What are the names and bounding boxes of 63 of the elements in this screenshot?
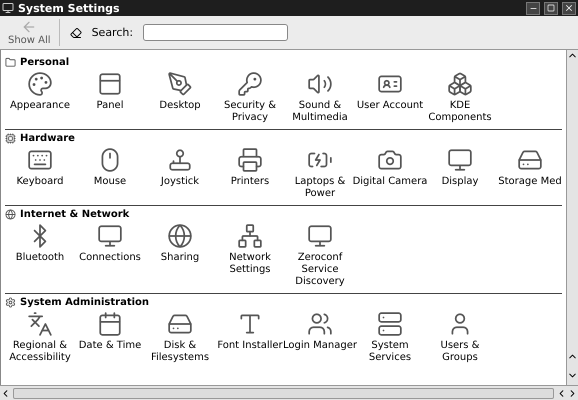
users-icon bbox=[307, 311, 333, 337]
section-title: System Administration bbox=[20, 297, 150, 308]
settings-module[interactable]: User Account bbox=[355, 71, 425, 124]
settings-module[interactable]: Connections bbox=[75, 223, 145, 288]
section-title: Hardware bbox=[20, 133, 75, 144]
server-icon bbox=[377, 311, 403, 337]
search-field[interactable] bbox=[143, 24, 288, 41]
gear-icon bbox=[5, 297, 16, 308]
settings-module[interactable]: Printers bbox=[215, 147, 285, 200]
vertical-scrollbar[interactable] bbox=[566, 50, 578, 385]
cubes-icon bbox=[447, 71, 473, 97]
settings-module[interactable]: Display bbox=[425, 147, 495, 200]
maximize-icon bbox=[547, 4, 555, 12]
settings-module[interactable]: Keyboard bbox=[5, 147, 75, 200]
monitor-icon bbox=[97, 223, 123, 249]
settings-module[interactable]: Bluetooth bbox=[5, 223, 75, 288]
settings-module[interactable]: Date & Time bbox=[75, 311, 145, 364]
key-icon bbox=[237, 71, 263, 97]
settings-module[interactable]: Network Settings bbox=[215, 223, 285, 288]
printer-icon bbox=[237, 147, 263, 173]
network-icon bbox=[237, 223, 263, 249]
settings-module[interactable]: Login Manager bbox=[285, 311, 355, 364]
panel-icon bbox=[97, 71, 123, 97]
clear-search-icon[interactable] bbox=[70, 26, 82, 38]
folder-icon bbox=[5, 57, 16, 68]
window-title: System Settings bbox=[18, 2, 121, 14]
settings-module[interactable]: Joystick bbox=[145, 147, 215, 200]
settings-module[interactable]: Appearance bbox=[5, 71, 75, 124]
show-all-button[interactable]: Show All bbox=[6, 19, 60, 46]
palette-icon bbox=[27, 71, 53, 97]
settings-module[interactable]: Storage Med bbox=[495, 147, 565, 200]
settings-module[interactable]: Laptops & Power bbox=[285, 147, 355, 200]
globe-icon bbox=[167, 223, 193, 249]
settings-module[interactable]: Sound & Multimedia bbox=[285, 71, 355, 124]
settings-module[interactable]: Panel bbox=[75, 71, 145, 124]
settings-module[interactable]: Desktop bbox=[145, 71, 215, 124]
settings-module[interactable]: Zeroconf Service Discovery bbox=[285, 223, 355, 288]
monitor-icon bbox=[447, 147, 473, 173]
globe-icon bbox=[5, 209, 16, 220]
settings-module[interactable]: System Services bbox=[355, 311, 425, 364]
settings-module[interactable]: KDE Components bbox=[425, 71, 495, 124]
pen-icon bbox=[167, 71, 193, 97]
close-button[interactable] bbox=[562, 2, 576, 14]
settings-module[interactable]: Security & Privacy bbox=[215, 71, 285, 124]
joystick-icon bbox=[167, 147, 193, 173]
settings-module[interactable]: Digital Camera bbox=[355, 147, 425, 200]
minimize-button[interactable] bbox=[526, 2, 540, 14]
settings-module[interactable]: Disk & Filesystems bbox=[145, 311, 215, 364]
chip-icon bbox=[5, 133, 16, 144]
close-icon bbox=[564, 3, 574, 13]
settings-module[interactable]: Font Installer bbox=[215, 311, 285, 364]
section-title: Personal bbox=[20, 57, 70, 68]
settings-module[interactable]: Mouse bbox=[75, 147, 145, 200]
monitor-icon bbox=[307, 223, 333, 249]
maximize-button[interactable] bbox=[544, 2, 558, 14]
calendar-icon bbox=[97, 311, 123, 337]
app-icon bbox=[2, 2, 14, 14]
settings-module[interactable]: Users & Groups bbox=[425, 311, 495, 364]
settings-module[interactable]: Regional & Accessibility bbox=[5, 311, 75, 364]
section-title: Internet & Network bbox=[20, 209, 130, 220]
horizontal-scrollbar[interactable] bbox=[0, 385, 578, 400]
settings-module[interactable]: Sharing bbox=[145, 223, 215, 288]
search-label: Search: bbox=[92, 26, 134, 39]
